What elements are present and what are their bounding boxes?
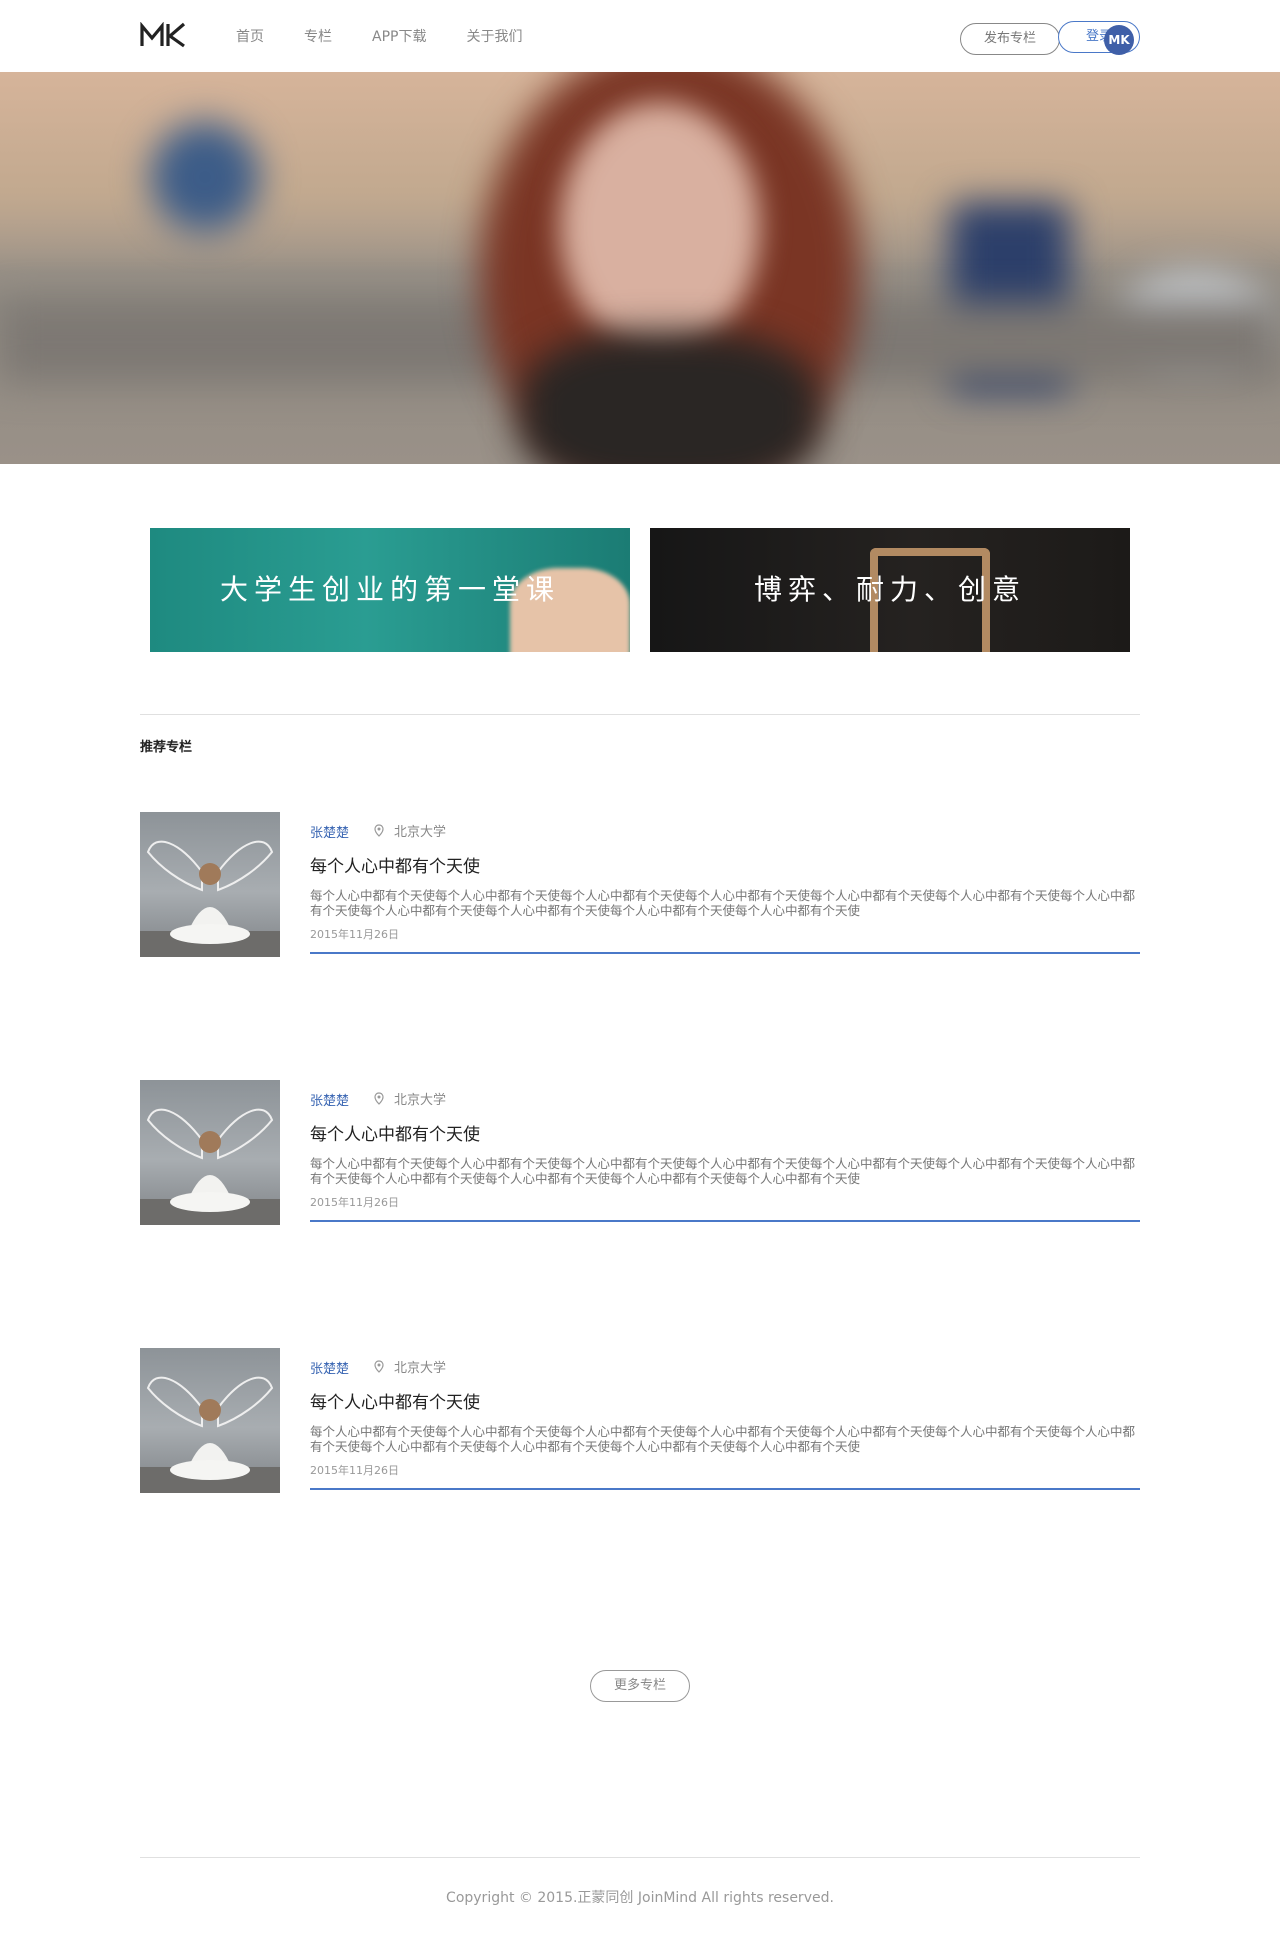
publish-column-button[interactable]: 发布专栏 xyxy=(960,23,1060,55)
banner-startup-course[interactable]: 大学生创业的第一堂课 xyxy=(150,528,630,652)
more-columns-button[interactable]: 更多专栏 xyxy=(590,1670,690,1702)
article-title[interactable]: 每个人心中都有个天使 xyxy=(310,1388,480,1413)
hero-blur-sign xyxy=(150,122,260,232)
article-thumbnail[interactable] xyxy=(140,812,280,957)
article-title[interactable]: 每个人心中都有个天使 xyxy=(310,1120,480,1145)
location-pin-icon xyxy=(374,1092,384,1105)
article-description: 每个人心中都有个天使每个人心中都有个天使每个人心中都有个天使每个人心中都有个天使… xyxy=(310,1156,1136,1186)
location-label: 北京大学 xyxy=(374,821,446,840)
location-text: 北京大学 xyxy=(394,825,447,840)
nav-home[interactable]: 首页 xyxy=(236,28,264,46)
article-description: 每个人心中都有个天使每个人心中都有个天使每个人心中都有个天使每个人心中都有个天使… xyxy=(310,1424,1136,1454)
angel-image xyxy=(140,840,280,957)
article-date: 2015年11月26日 xyxy=(310,1464,399,1477)
article-thumbnail[interactable] xyxy=(140,1080,280,1225)
article-item: 张楚楚 北京大学 每个人心中都有个天使 每个人心中都有个天使每个人心中都有个天使… xyxy=(140,1348,1140,1498)
location-pin-icon xyxy=(374,824,384,837)
angel-image xyxy=(140,1108,280,1225)
author-link[interactable]: 张楚楚 xyxy=(310,1358,349,1377)
banner-title: 大学生创业的第一堂课 xyxy=(219,573,560,606)
location-label: 北京大学 xyxy=(374,1089,446,1108)
article-title[interactable]: 每个人心中都有个天使 xyxy=(310,852,480,877)
nav-columns[interactable]: 专栏 xyxy=(304,28,332,46)
section-title: 推荐专栏 xyxy=(140,740,193,755)
banner-game-endurance[interactable]: 博弈、耐力、创意 xyxy=(650,528,1130,652)
avatar[interactable]: MK xyxy=(1104,25,1134,55)
article-description: 每个人心中都有个天使每个人心中都有个天使每个人心中都有个天使每个人心中都有个天使… xyxy=(310,888,1136,918)
article-info: 张楚楚 北京大学 每个人心中都有个天使 每个人心中都有个天使每个人心中都有个天使… xyxy=(310,1348,1140,1490)
location-text: 北京大学 xyxy=(394,1093,447,1108)
article-info: 张楚楚 北京大学 每个人心中都有个天使 每个人心中都有个天使每个人心中都有个天使… xyxy=(310,1080,1140,1222)
author-link[interactable]: 张楚楚 xyxy=(310,1090,349,1109)
article-date: 2015年11月26日 xyxy=(310,928,399,941)
article-item: 张楚楚 北京大学 每个人心中都有个天使 每个人心中都有个天使每个人心中都有个天使… xyxy=(140,1080,1140,1230)
article-info: 张楚楚 北京大学 每个人心中都有个天使 每个人心中都有个天使每个人心中都有个天使… xyxy=(310,812,1140,954)
footer-copyright: Copyright © 2015.正蒙同创 JoinMind All right… xyxy=(446,1890,834,1906)
hero-blur-jacket xyxy=(520,332,820,464)
footer-divider xyxy=(140,1857,1140,1858)
nav-app-download[interactable]: APP下载 xyxy=(372,28,426,46)
site-header: 首页 专栏 APP下载 关于我们 发布专栏 登录 MK xyxy=(0,0,1280,72)
location-text: 北京大学 xyxy=(394,1361,447,1376)
location-label: 北京大学 xyxy=(374,1357,446,1376)
section-divider xyxy=(140,714,1140,715)
banner-title: 博弈、耐力、创意 xyxy=(753,573,1026,606)
article-thumbnail[interactable] xyxy=(140,1348,280,1493)
article-date: 2015年11月26日 xyxy=(310,1196,399,1209)
angel-image xyxy=(140,1376,280,1493)
hero-banner-image xyxy=(0,72,1280,464)
hero-blur-face xyxy=(560,102,760,352)
article-item: 张楚楚 北京大学 每个人心中都有个天使 每个人心中都有个天使每个人心中都有个天使… xyxy=(140,812,1140,962)
author-link[interactable]: 张楚楚 xyxy=(310,822,349,841)
nav-about[interactable]: 关于我们 xyxy=(466,28,522,46)
location-pin-icon xyxy=(374,1360,384,1373)
main-nav: 首页 专栏 APP下载 关于我们 xyxy=(236,28,562,46)
mk-logo[interactable] xyxy=(140,22,188,48)
